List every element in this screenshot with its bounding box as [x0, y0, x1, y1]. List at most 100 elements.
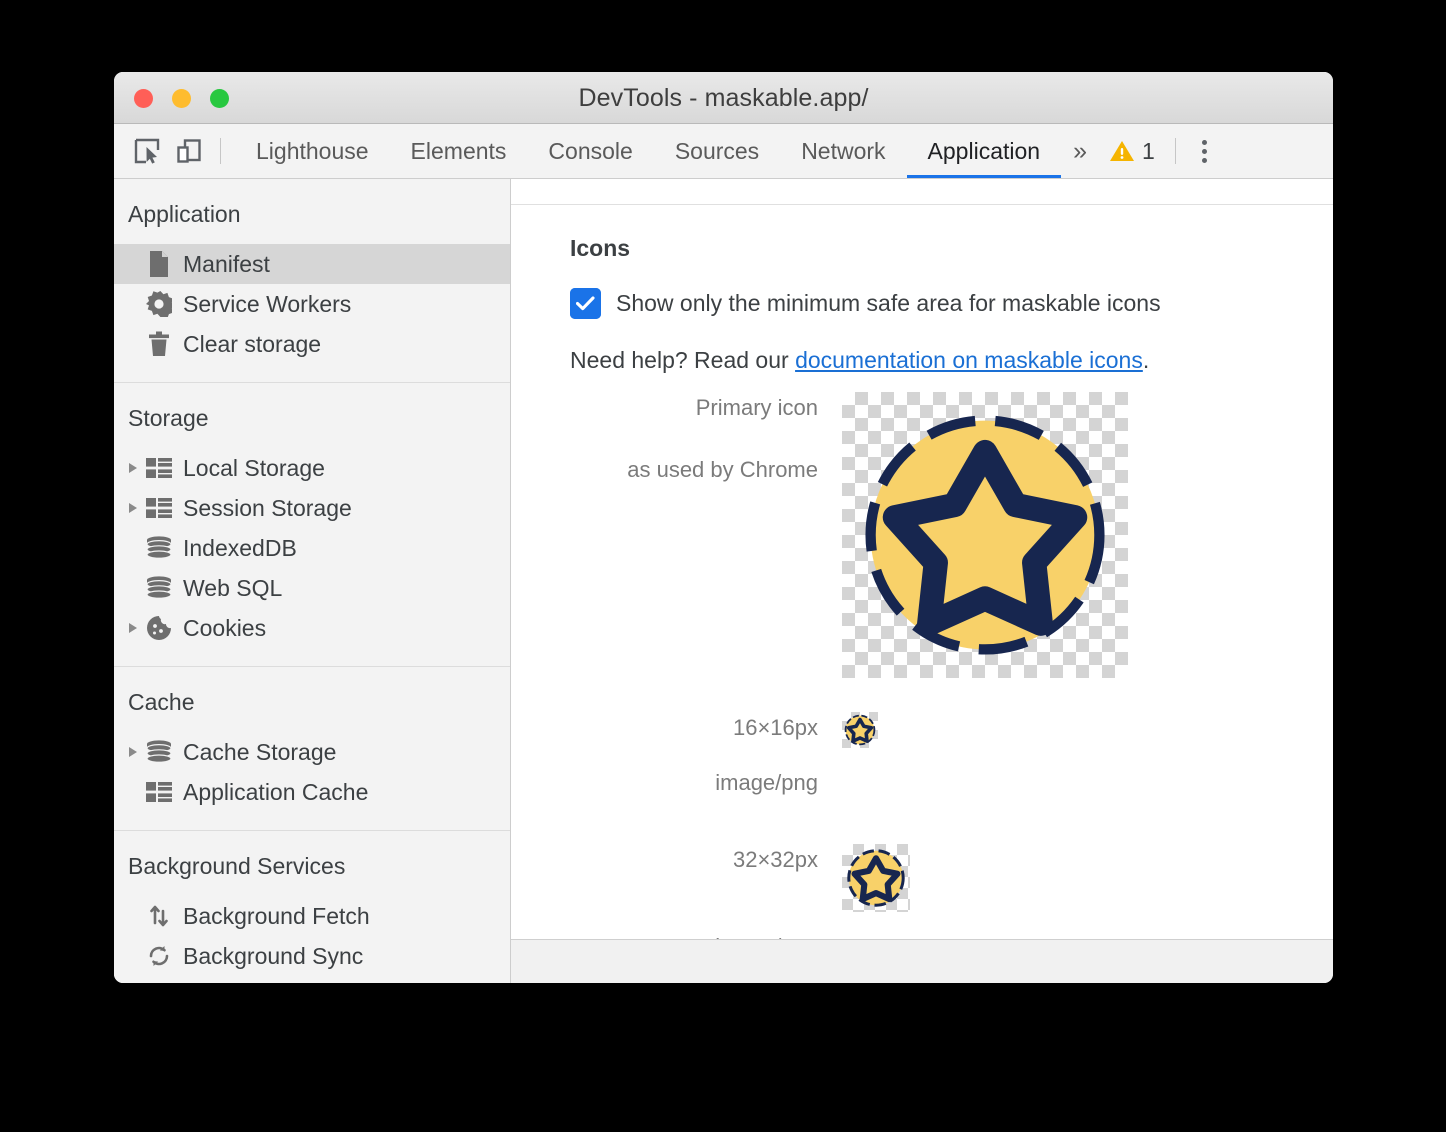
- cookie-icon: [142, 615, 176, 641]
- maskable-star-icon: [842, 392, 1128, 678]
- inspect-element-button[interactable]: [126, 130, 168, 172]
- database-icon: [142, 536, 176, 560]
- primary-icon-label: Primary icon as used by Chrome: [570, 392, 842, 486]
- sidebar-item-background-sync[interactable]: Background Sync: [114, 936, 510, 976]
- sidebar-item-label: Local Storage: [183, 457, 325, 480]
- sidebar-item-label: Service Workers: [183, 293, 351, 316]
- main-menu-button[interactable]: [1190, 134, 1219, 169]
- window-title: DevTools - maskable.app/: [114, 72, 1333, 124]
- inspect-element-icon: [134, 138, 160, 164]
- arrows-up-down-icon: [142, 903, 176, 929]
- sidebar-section-cache: Cache Cache Storage: [114, 666, 510, 830]
- sidebar-item-notifications[interactable]: Notifications: [114, 976, 510, 983]
- application-sidebar: Application Manifest: [114, 179, 511, 983]
- maskable-safe-area-checkbox[interactable]: [570, 288, 601, 319]
- database-icon: [142, 740, 176, 764]
- help-prefix: Need help? Read our: [570, 347, 795, 373]
- icon-entry-16: 16×16px: [570, 712, 1333, 748]
- manifest-panel: Icons Show only the minimum safe area fo…: [511, 179, 1333, 940]
- kebab-dot-2: [1202, 149, 1207, 154]
- sidebar-section-application: Application Manifest: [114, 179, 510, 382]
- panel-tabs: Lighthouse Elements Console Sources Netw…: [235, 124, 1061, 178]
- spacer: [570, 748, 1333, 770]
- table-icon: [142, 498, 176, 518]
- expand-arrow-icon[interactable]: [124, 623, 142, 633]
- maskable-safe-area-checkbox-row[interactable]: Show only the minimum safe area for mask…: [570, 288, 1333, 319]
- sidebar-item-label: Background Sync: [183, 945, 363, 968]
- sync-icon: [142, 943, 176, 969]
- sidebar-item-indexeddb[interactable]: IndexedDB: [114, 528, 510, 568]
- sidebar-item-label: Cache Storage: [183, 741, 336, 764]
- tab-console[interactable]: Console: [527, 124, 653, 178]
- help-suffix: .: [1143, 347, 1149, 373]
- warning-triangle-icon: [1109, 139, 1135, 163]
- spacer: [570, 678, 1333, 712]
- section-title-application: Application: [114, 179, 510, 244]
- checkbox-inner: [573, 291, 598, 316]
- icon-size-label: 32×32px: [570, 844, 842, 876]
- expand-arrow-icon[interactable]: [124, 463, 142, 473]
- primary-icon-preview: [842, 392, 1128, 678]
- sidebar-item-label: Clear storage: [183, 333, 321, 356]
- maskable-star-icon: [842, 844, 910, 912]
- sidebar-item-label: Cookies: [183, 617, 266, 640]
- sidebar-item-label: Manifest: [183, 253, 270, 276]
- warning-count: 1: [1142, 138, 1155, 165]
- primary-icon-label-line2: as used by Chrome: [570, 454, 818, 486]
- expand-arrow-icon[interactable]: [124, 747, 142, 757]
- spacer: [570, 796, 1333, 844]
- sidebar-item-label: Web SQL: [183, 577, 282, 600]
- expand-arrow-icon[interactable]: [124, 503, 142, 513]
- title-bar: DevTools - maskable.app/: [114, 72, 1333, 124]
- sidebar-item-clear-storage[interactable]: Clear storage: [114, 324, 510, 364]
- section-spacer: [114, 812, 510, 830]
- sidebar-item-label: IndexedDB: [183, 537, 297, 560]
- icon-preview-32: [842, 844, 910, 912]
- sidebar-item-service-workers[interactable]: Service Workers: [114, 284, 510, 324]
- sidebar-item-label: Background Fetch: [183, 905, 370, 928]
- icon-mime-16: image/png: [570, 770, 842, 796]
- maskable-docs-link[interactable]: documentation on maskable icons: [795, 347, 1143, 373]
- tab-application[interactable]: Application: [907, 124, 1062, 178]
- kebab-dot-3: [1202, 158, 1207, 163]
- device-toolbar-button[interactable]: [168, 130, 210, 172]
- more-tabs-button[interactable]: »: [1061, 139, 1101, 164]
- sidebar-item-cache-storage[interactable]: Cache Storage: [114, 732, 510, 772]
- database-icon: [142, 576, 176, 600]
- sidebar-item-background-fetch[interactable]: Background Fetch: [114, 896, 510, 936]
- main-content-area: Icons Show only the minimum safe area fo…: [511, 179, 1333, 983]
- primary-icon-label-line1: Primary icon: [696, 395, 818, 420]
- table-icon: [142, 458, 176, 478]
- panel-divider: [511, 204, 1333, 205]
- manifest-icons-section: Icons Show only the minimum safe area fo…: [511, 179, 1333, 940]
- sidebar-item-cookies[interactable]: Cookies: [114, 608, 510, 648]
- tab-elements[interactable]: Elements: [390, 124, 528, 178]
- warning-indicator[interactable]: 1: [1101, 138, 1161, 165]
- gear-icon: [142, 291, 176, 317]
- minimize-window-button[interactable]: [172, 89, 191, 108]
- close-window-button[interactable]: [134, 89, 153, 108]
- tab-network[interactable]: Network: [780, 124, 906, 178]
- document-icon: [142, 250, 176, 278]
- sidebar-item-local-storage[interactable]: Local Storage: [114, 448, 510, 488]
- sidebar-item-application-cache[interactable]: Application Cache: [114, 772, 510, 812]
- page-title: Icons: [570, 235, 1333, 262]
- tab-lighthouse[interactable]: Lighthouse: [235, 124, 390, 178]
- kebab-dot-1: [1202, 140, 1207, 145]
- section-title-cache: Cache: [114, 667, 510, 732]
- tab-sources[interactable]: Sources: [654, 124, 780, 178]
- devtools-body: Application Manifest: [114, 179, 1333, 983]
- sidebar-item-manifest[interactable]: Manifest: [114, 244, 510, 284]
- toolbar-divider-2: [1175, 138, 1176, 164]
- table-icon: [142, 782, 176, 802]
- sidebar-item-session-storage[interactable]: Session Storage: [114, 488, 510, 528]
- devtools-window: DevTools - maskable.app/ Lighthouse Elem…: [114, 72, 1333, 983]
- checkmark-icon: [576, 296, 595, 311]
- section-spacer: [114, 648, 510, 666]
- section-spacer: [114, 364, 510, 382]
- icon-preview-16: [842, 712, 878, 748]
- icon-mime-32: image/png: [570, 934, 842, 940]
- devtools-toolbar: Lighthouse Elements Console Sources Netw…: [114, 124, 1333, 179]
- zoom-window-button[interactable]: [210, 89, 229, 108]
- sidebar-item-web-sql[interactable]: Web SQL: [114, 568, 510, 608]
